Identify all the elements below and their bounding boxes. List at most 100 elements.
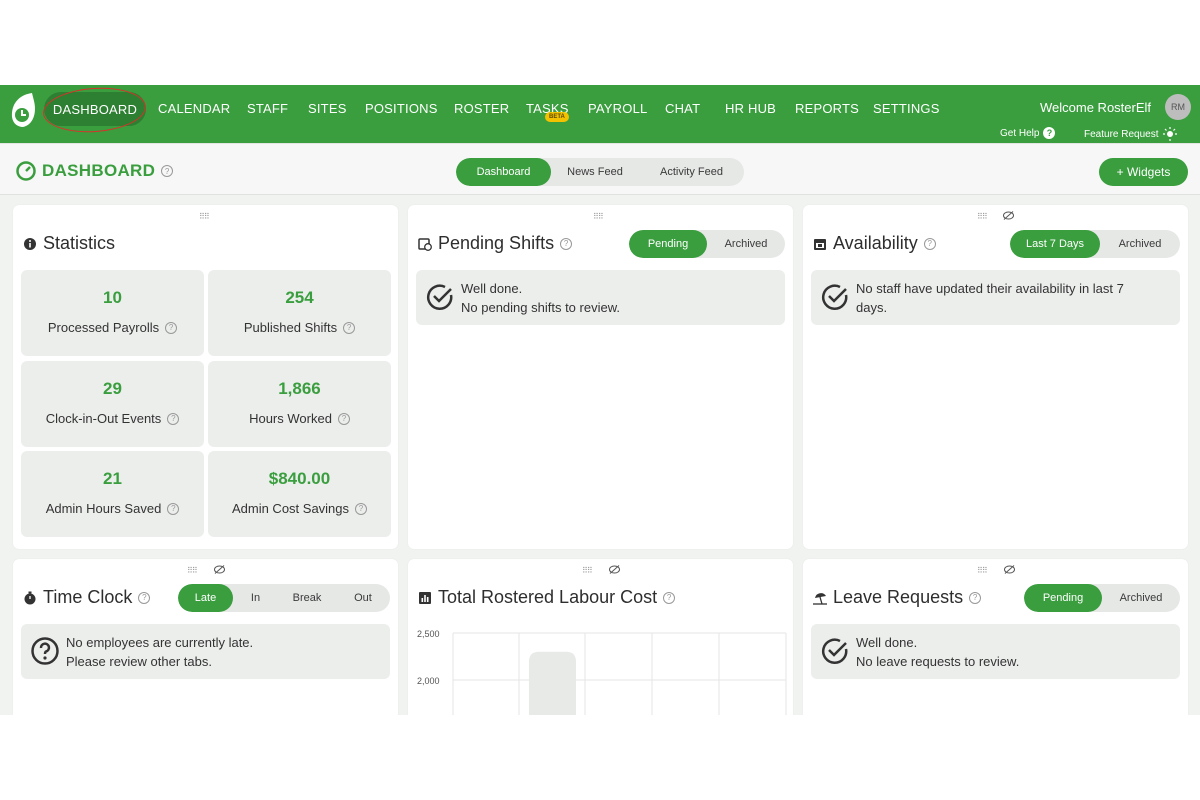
stat-tile: 10 Processed Payrolls?	[21, 270, 204, 356]
drag-handle-icon[interactable]: ⠿⠿	[977, 566, 988, 575]
message-line: No pending shifts to review.	[461, 300, 620, 315]
nav-settings[interactable]: SETTINGS	[873, 101, 940, 116]
welcome-text: Welcome RosterElf	[1040, 100, 1152, 115]
tab-archived[interactable]: Archived	[1102, 584, 1180, 612]
add-widgets-button[interactable]: + Widgets	[1099, 158, 1188, 186]
hide-icon[interactable]	[1003, 211, 1014, 220]
time-clock-title-text: Time Clock	[43, 587, 133, 607]
help-icon[interactable]: ?	[138, 591, 151, 604]
rosterelf-logo[interactable]	[8, 91, 38, 129]
tab-news-feed[interactable]: News Feed	[551, 158, 639, 186]
help-icon[interactable]: ?	[663, 591, 676, 604]
stat-value: 29	[103, 379, 122, 398]
stat-label: Clock-in-Out Events?	[21, 411, 204, 426]
page-title-text: DASHBOARD	[42, 161, 156, 180]
tab-pending[interactable]: Pending	[1024, 584, 1102, 612]
nav-chat[interactable]: CHAT	[665, 101, 700, 116]
speedometer-icon	[16, 161, 36, 181]
availability-title-text: Availability	[833, 233, 918, 253]
time-clock-card: ⠿⠿ Time Clock ? Late In Break Out No emp…	[13, 559, 398, 715]
drag-handle-icon[interactable]: ⠿⠿	[187, 566, 198, 575]
help-icon[interactable]: ?	[355, 502, 368, 515]
stat-tile: 1,866 Hours Worked?	[208, 361, 391, 447]
check-circle-icon	[427, 284, 453, 310]
feature-request-link[interactable]: Feature Request	[1084, 127, 1177, 141]
get-help-link[interactable]: Get Help ?	[1000, 127, 1056, 139]
check-circle-icon	[822, 638, 848, 664]
stat-value: 21	[103, 469, 122, 488]
help-icon[interactable]: ?	[560, 237, 573, 250]
beach-umbrella-icon	[813, 592, 827, 605]
get-help-label: Get Help	[1000, 127, 1040, 139]
view-tabs: Dashboard News Feed Activity Feed	[456, 158, 744, 186]
nav-reports[interactable]: REPORTS	[795, 101, 859, 116]
leave-requests-title-text: Leave Requests	[833, 587, 964, 607]
help-icon[interactable]: ?	[165, 321, 178, 334]
avatar[interactable]: RM	[1165, 94, 1191, 120]
feature-request-label: Feature Request	[1084, 128, 1159, 140]
tab-archived[interactable]: Archived	[707, 230, 785, 258]
pending-shifts-title: Pending Shifts ?	[418, 233, 573, 254]
drag-handle-icon[interactable]: ⠿⠿	[199, 212, 210, 221]
time-clock-tabs: Late In Break Out	[178, 584, 390, 612]
stat-tile: 254 Published Shifts?	[208, 270, 391, 356]
tab-dashboard[interactable]: Dashboard	[456, 158, 551, 186]
stat-value: 254	[285, 288, 314, 307]
nav-sites[interactable]: SITES	[308, 101, 347, 116]
nav-payroll[interactable]: PAYROLL	[588, 101, 647, 116]
nav-dashboard[interactable]: DASHBOARD	[44, 92, 146, 126]
labour-cost-title: Total Rostered Labour Cost ?	[418, 587, 676, 608]
hide-icon[interactable]	[1004, 565, 1015, 574]
empty-state-message: No staff have updated their availability…	[811, 270, 1180, 325]
time-clock-title: Time Clock ?	[23, 587, 151, 608]
tab-break[interactable]: Break	[278, 584, 336, 612]
drag-handle-icon[interactable]: ⠿⠿	[582, 566, 593, 575]
help-icon[interactable]: ?	[337, 412, 350, 425]
stat-value: $840.00	[268, 469, 331, 488]
chart-bar[interactable]	[529, 651, 576, 715]
help-icon[interactable]: ?	[167, 412, 180, 425]
help-icon[interactable]: ?	[343, 321, 356, 334]
nav-positions[interactable]: POSITIONS	[365, 101, 438, 116]
tab-archived[interactable]: Archived	[1100, 230, 1180, 258]
tab-late[interactable]: Late	[178, 584, 233, 612]
statistics-title: Statistics	[23, 233, 115, 254]
empty-state-message: Well done. No pending shifts to review.	[416, 270, 785, 325]
stat-value: 1,866	[278, 379, 321, 398]
pending-shifts-title-text: Pending Shifts	[438, 233, 555, 253]
info-icon	[24, 237, 36, 250]
help-icon[interactable]: ?	[167, 502, 180, 515]
beta-badge: BETA	[545, 112, 569, 122]
message-line: No leave requests to review.	[856, 654, 1020, 669]
help-icon[interactable]: ?	[969, 591, 982, 604]
tab-in[interactable]: In	[233, 584, 278, 612]
message-line: No employees are currently late.	[66, 635, 254, 650]
empty-state-message: Well done. No leave requests to review.	[811, 624, 1180, 679]
stat-label: Processed Payrolls?	[21, 320, 204, 335]
nav-roster[interactable]: ROSTER	[454, 101, 509, 116]
tab-activity-feed[interactable]: Activity Feed	[639, 158, 744, 186]
message-line: Well done.	[856, 635, 918, 650]
nav-calendar[interactable]: CALENDAR	[158, 101, 230, 116]
empty-state-message: No employees are currently late. Please r…	[21, 624, 390, 679]
leave-requests-card: ⠿⠿ Leave Requests ? Pending Archived Wel…	[803, 559, 1188, 715]
drag-handle-icon[interactable]: ⠿⠿	[593, 212, 604, 221]
stat-tile: $840.00 Admin Cost Savings?	[208, 451, 391, 537]
labour-cost-title-text: Total Rostered Labour Cost	[438, 587, 658, 607]
question-circle-icon	[31, 637, 59, 665]
page-header: DASHBOARD ? Dashboard News Feed Activity…	[0, 143, 1200, 195]
tab-pending[interactable]: Pending	[629, 230, 707, 258]
stat-label: Admin Cost Savings?	[208, 501, 391, 516]
tab-out[interactable]: Out	[336, 584, 390, 612]
leave-requests-title: Leave Requests ?	[813, 587, 982, 608]
hide-icon[interactable]	[609, 565, 620, 574]
message-line: Well done.	[461, 281, 523, 296]
nav-staff[interactable]: STAFF	[247, 101, 288, 116]
tab-last-7-days[interactable]: Last 7 Days	[1010, 230, 1100, 258]
help-icon[interactable]: ?	[923, 237, 936, 250]
hide-icon[interactable]	[214, 565, 225, 574]
nav-hr-hub[interactable]: HR HUB	[725, 101, 776, 116]
help-icon[interactable]: ?	[161, 165, 174, 177]
drag-handle-icon[interactable]: ⠿⠿	[977, 212, 988, 221]
app-window: DASHBOARD CALENDAR STAFF SITES POSITIONS…	[0, 85, 1200, 715]
